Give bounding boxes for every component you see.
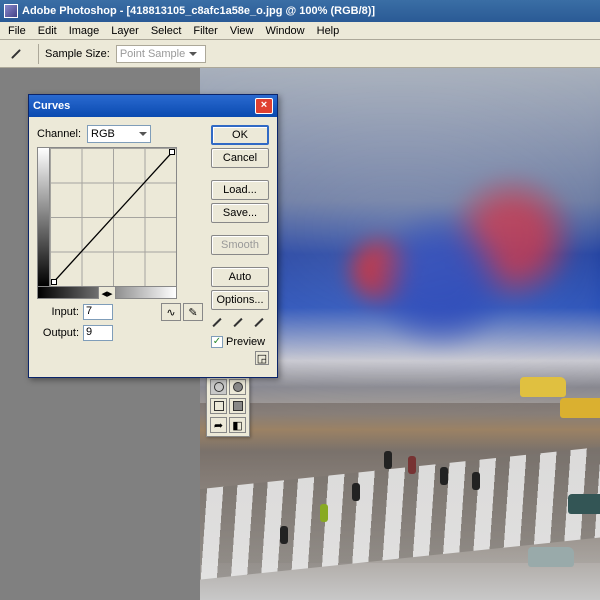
menu-edit[interactable]: Edit	[32, 23, 63, 39]
smooth-button: Smooth	[211, 235, 269, 255]
menu-file[interactable]: File	[2, 23, 32, 39]
close-button[interactable]: ×	[255, 98, 273, 114]
mask-mode-standard-button[interactable]	[210, 379, 227, 395]
sample-size-label: Sample Size:	[45, 48, 110, 60]
chevron-down-icon	[189, 52, 197, 56]
input-field[interactable]: 7	[83, 304, 113, 320]
horizontal-gradient[interactable]: ◂▸	[37, 287, 177, 299]
curve-point-highlight[interactable]	[169, 149, 175, 155]
sample-size-value: Point Sample	[120, 48, 185, 60]
dialog-title: Curves	[33, 100, 70, 112]
chevron-down-icon	[139, 132, 147, 136]
menu-select[interactable]: Select	[145, 23, 188, 39]
ok-button[interactable]: OK	[211, 125, 269, 145]
vertical-gradient	[38, 148, 50, 286]
screen-mode-standard-button[interactable]	[210, 398, 227, 414]
eyedropper-tool-icon[interactable]	[10, 46, 26, 62]
extra-tool-button[interactable]: ◧	[229, 417, 246, 433]
output-field[interactable]: 9	[83, 325, 113, 341]
sample-size-dropdown[interactable]: Point Sample	[116, 45, 206, 63]
input-label: Input:	[37, 306, 79, 318]
menu-bar: File Edit Image Layer Select Filter View…	[0, 22, 600, 40]
white-point-eyedropper-icon[interactable]	[253, 315, 269, 331]
save-button[interactable]: Save...	[211, 203, 269, 223]
options-bar: Sample Size: Point Sample	[0, 40, 600, 68]
jump-to-imageready-button[interactable]: ➦	[210, 417, 227, 433]
cancel-button[interactable]: Cancel	[211, 148, 269, 168]
preview-checkbox[interactable]: ✓	[211, 336, 223, 348]
black-point-eyedropper-icon[interactable]	[211, 315, 227, 331]
gray-point-eyedropper-icon[interactable]	[232, 315, 248, 331]
options-button[interactable]: Options...	[211, 290, 269, 310]
title-text: Adobe Photoshop - [418813105_c8afc1a58e_…	[22, 5, 375, 17]
curve-draw-mode-button[interactable]: ✎	[183, 303, 203, 321]
menu-window[interactable]: Window	[260, 23, 311, 39]
dialog-resize-grip-icon[interactable]: ◲	[255, 351, 269, 365]
curves-graph[interactable]	[37, 147, 177, 287]
app-titlebar: Adobe Photoshop - [418813105_c8afc1a58e_…	[0, 0, 600, 22]
menu-filter[interactable]: Filter	[187, 23, 223, 39]
menu-help[interactable]: Help	[311, 23, 346, 39]
load-button[interactable]: Load...	[211, 180, 269, 200]
curve-point-mode-button[interactable]: ∿	[161, 303, 181, 321]
screen-mode-full-button[interactable]	[229, 398, 246, 414]
channel-select[interactable]: RGB	[87, 125, 151, 143]
menu-image[interactable]: Image	[63, 23, 106, 39]
menu-view[interactable]: View	[224, 23, 260, 39]
mask-mode-quick-button[interactable]	[229, 379, 246, 395]
curves-dialog: Curves × Channel: RGB	[28, 94, 278, 378]
gradient-midpoint-toggle[interactable]: ◂▸	[98, 287, 116, 299]
auto-button[interactable]: Auto	[211, 267, 269, 287]
preview-label: Preview	[226, 336, 265, 348]
channel-label: Channel:	[37, 128, 81, 140]
output-label: Output:	[37, 327, 79, 339]
photoshop-icon	[4, 4, 18, 18]
dialog-titlebar[interactable]: Curves ×	[29, 95, 277, 117]
menu-layer[interactable]: Layer	[105, 23, 145, 39]
curve-point-shadow[interactable]	[51, 279, 57, 285]
curves-grid[interactable]	[50, 148, 176, 286]
channel-value: RGB	[91, 128, 115, 140]
